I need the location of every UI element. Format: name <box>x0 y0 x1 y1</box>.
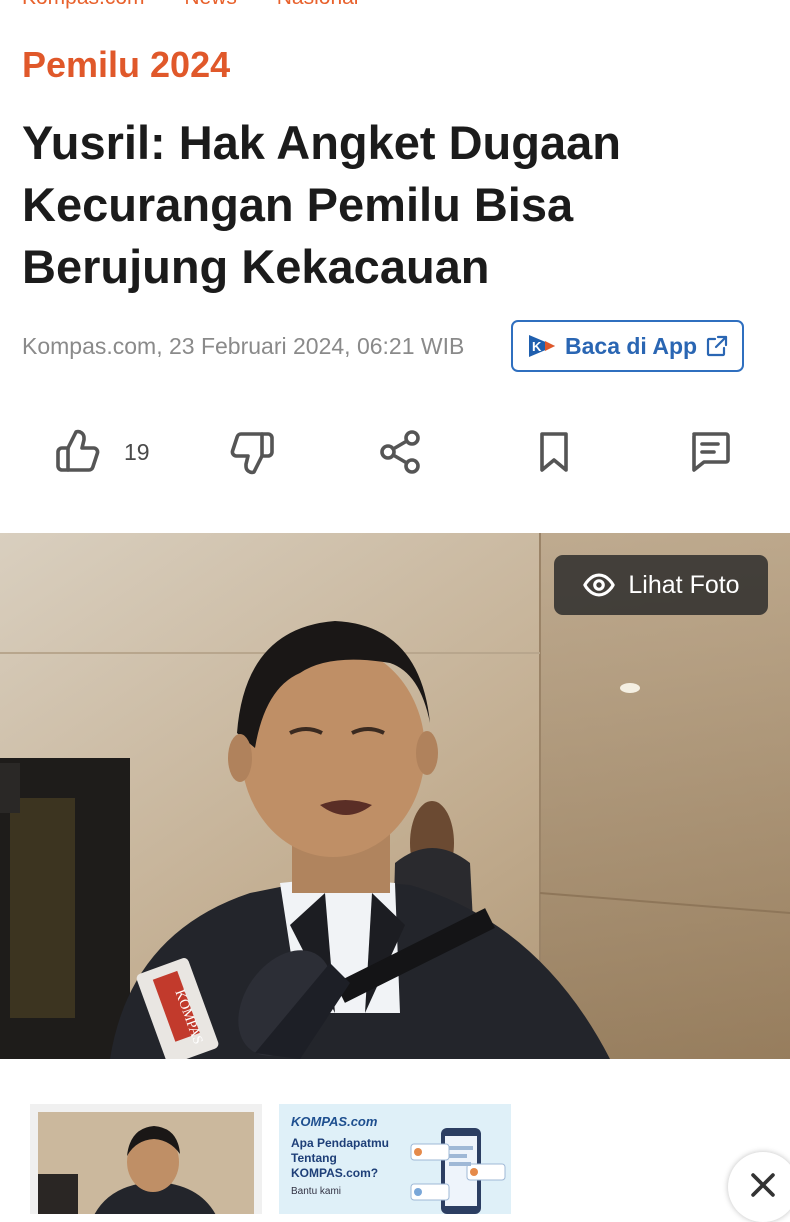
article-action-bar: 19 <box>0 428 790 484</box>
bookmark-icon <box>540 432 568 472</box>
like-button[interactable]: 19 <box>54 428 150 476</box>
kompas-app-logo-icon: K <box>529 335 555 357</box>
view-photo-label: Lihat Foto <box>628 570 740 599</box>
breadcrumb-item-nasional[interactable]: Nasional <box>277 0 359 9</box>
article-title: Yusril: Hak Angket Dugaan Kecurangan Pem… <box>22 116 621 293</box>
promo-brand: KOMPAS.com <box>291 1114 378 1129</box>
external-link-icon <box>706 335 728 357</box>
bookmark-button[interactable] <box>530 428 578 476</box>
breadcrumb: Kompas.com News Nasional <box>22 0 392 10</box>
like-count: 19 <box>124 438 150 465</box>
comment-icon <box>692 432 730 472</box>
promo-survey-card[interactable]: KOMPAS.com Apa Pendapatmu Tentang KOMPAS… <box>279 1104 511 1214</box>
read-in-app-button[interactable]: K Baca di App <box>511 320 744 372</box>
article-photo[interactable]: KOMPAS Lihat Foto <box>0 533 790 1059</box>
dislike-button[interactable] <box>228 428 276 476</box>
article-meta: Kompas.com, 23 Februari 2024, 06:21 WIB <box>22 333 465 359</box>
thumbs-down-icon <box>230 432 274 475</box>
breadcrumb-item-news[interactable]: News <box>184 0 237 9</box>
read-in-app-label: Baca di App <box>565 332 698 359</box>
comment-button[interactable] <box>686 428 734 476</box>
phone-illustration-icon <box>410 1128 506 1214</box>
svg-text:K: K <box>532 339 542 354</box>
promo-subtext: Bantu kami <box>291 1186 342 1197</box>
thumbnail-illustration <box>38 1112 254 1214</box>
view-photo-button[interactable]: Lihat Foto <box>554 555 768 615</box>
breadcrumb-item-home[interactable]: Kompas.com <box>22 0 145 9</box>
share-button[interactable] <box>376 428 424 476</box>
close-ad-button[interactable] <box>728 1152 790 1222</box>
close-icon <box>751 1173 775 1197</box>
article-category[interactable]: Pemilu 2024 <box>22 44 230 86</box>
eye-icon <box>583 573 616 597</box>
related-photo-thumbnail[interactable] <box>30 1104 262 1214</box>
promo-headline: Apa Pendapatmu Tentang KOMPAS.com? <box>291 1136 390 1180</box>
share-icon <box>380 430 420 474</box>
thumbs-up-icon <box>56 429 100 472</box>
